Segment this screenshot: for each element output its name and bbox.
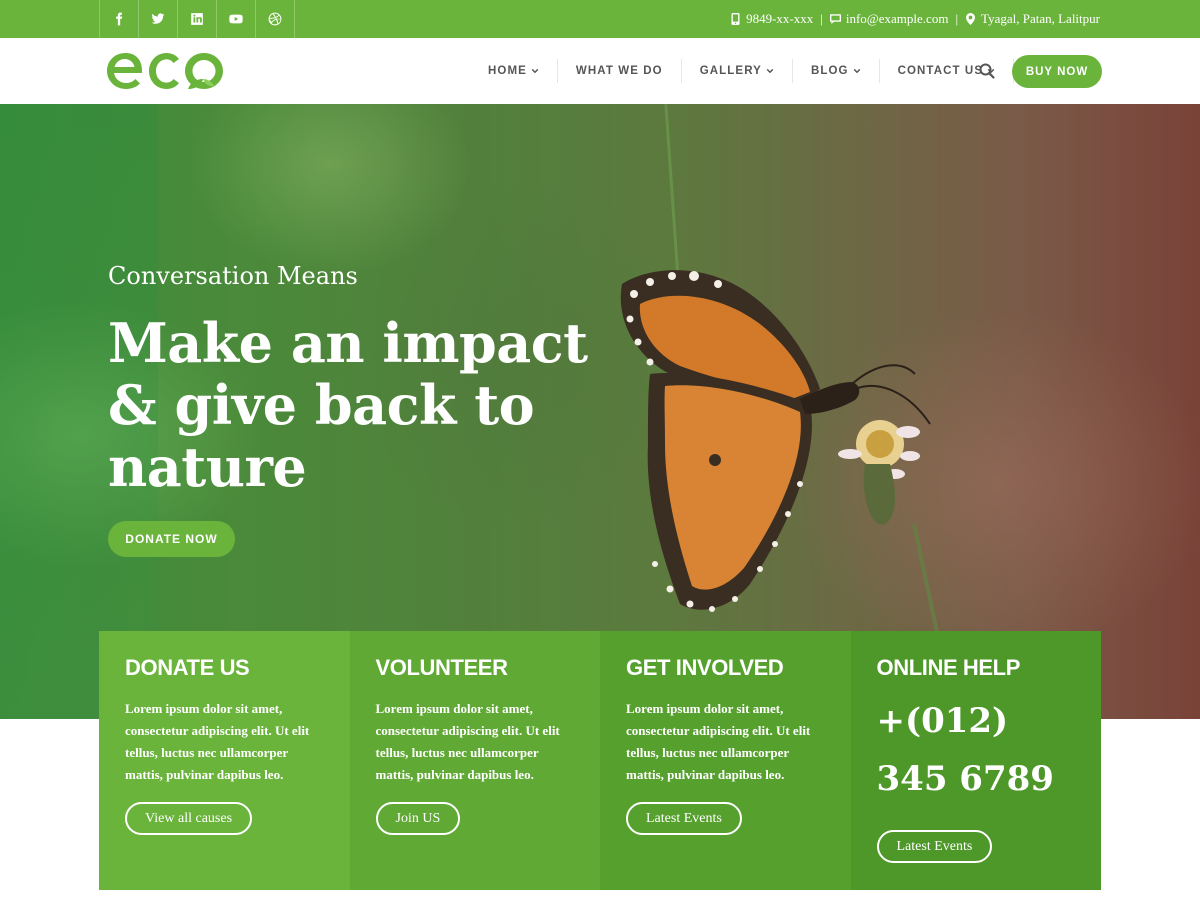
chevron-down-icon [766, 68, 774, 74]
chevron-down-icon [531, 68, 539, 74]
card-online-help: ONLINE HELP +(012) 345 6789 Latest Event… [850, 631, 1101, 890]
card-donate-us: DONATE US Lorem ipsum dolor sit amet, co… [99, 631, 350, 890]
phone-info: 9849-xx-xxx [730, 11, 813, 27]
hero-title: Make an impact & give back to nature [108, 311, 588, 499]
hero-subtitle: Conversation Means [108, 262, 358, 290]
logo[interactable] [104, 49, 226, 98]
search-icon[interactable] [978, 62, 996, 80]
nav-gallery[interactable]: GALLERY [682, 59, 793, 83]
linkedin-icon[interactable] [178, 0, 217, 38]
butterfly-image [620, 270, 931, 612]
chevron-down-icon [853, 68, 860, 74]
card-title: DONATE US [125, 655, 250, 680]
comment-icon [829, 14, 841, 24]
address-info: Tyagal, Patan, Lalitpur [965, 11, 1100, 27]
card-text: Lorem ipsum dolor sit amet, consectetur … [125, 701, 310, 782]
eco-logo [107, 53, 223, 89]
email-info: info@example.com [829, 11, 949, 27]
card-text: Lorem ipsum dolor sit amet, consectetur … [626, 701, 811, 782]
twitter-icon[interactable] [139, 0, 178, 38]
card-title: VOLUNTEER [375, 655, 508, 680]
join-us-button[interactable]: Join US [375, 802, 461, 835]
address-text: Tyagal, Patan, Lalitpur [981, 11, 1100, 26]
hero-banner: Conversation Means Make an impact & give… [0, 104, 1200, 719]
youtube-icon[interactable] [217, 0, 256, 38]
help-phone-number[interactable]: +(012) 345 6789 [877, 692, 1076, 808]
social-links [99, 0, 295, 38]
top-bar: 9849-xx-xxx | info@example.com | Tyagal,… [0, 0, 1200, 38]
nav-home[interactable]: HOME [470, 59, 558, 83]
main-nav: HOME WHAT WE DO GALLERY BLOG CONTACT US [470, 38, 1015, 104]
view-all-causes-button[interactable]: View all causes [125, 802, 253, 835]
map-marker-icon [966, 13, 976, 25]
buy-now-button[interactable]: BUY NOW [1012, 55, 1102, 88]
donate-now-button[interactable]: DONATE NOW [108, 521, 235, 557]
mobile-icon [731, 13, 740, 25]
feature-cards: DONATE US Lorem ipsum dolor sit amet, co… [99, 631, 1101, 890]
email-text[interactable]: info@example.com [846, 11, 949, 27]
contact-info: 9849-xx-xxx | info@example.com | Tyagal,… [730, 0, 1100, 38]
latest-events-button[interactable]: Latest Events [626, 802, 742, 835]
nav-what-we-do[interactable]: WHAT WE DO [558, 59, 682, 83]
dribbble-icon[interactable] [256, 0, 295, 38]
card-text: Lorem ipsum dolor sit amet, consectetur … [375, 701, 560, 782]
phone-text[interactable]: 9849-xx-xxx [746, 11, 813, 27]
card-title: GET INVOLVED [626, 655, 784, 680]
facebook-icon[interactable] [100, 0, 139, 38]
card-title: ONLINE HELP [876, 655, 1021, 680]
site-header: HOME WHAT WE DO GALLERY BLOG CONTACT US … [0, 38, 1200, 104]
latest-events-button[interactable]: Latest Events [876, 830, 993, 863]
nav-blog[interactable]: BLOG [793, 59, 880, 83]
card-get-involved: GET INVOLVED Lorem ipsum dolor sit amet,… [600, 631, 851, 890]
card-volunteer: VOLUNTEER Lorem ipsum dolor sit amet, co… [349, 631, 600, 890]
